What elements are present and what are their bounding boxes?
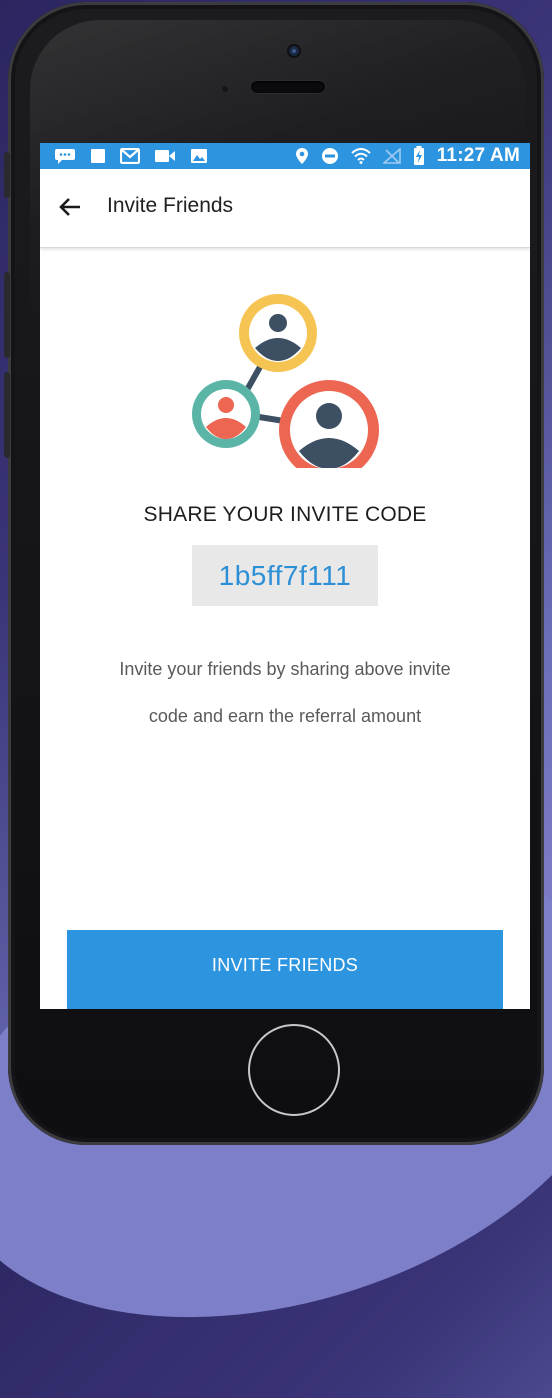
invite-friends-button[interactable]: INVITE FRIENDS xyxy=(67,930,503,1009)
status-time: 11:27 AM xyxy=(436,145,520,166)
app-screen: 11:27 AM Invite Friends SHARE YOUR INVIT… xyxy=(40,143,530,1009)
referral-network-illustration xyxy=(192,294,379,468)
back-button[interactable] xyxy=(56,193,84,221)
volume-down-button xyxy=(4,372,10,458)
invite-description-line-1: Invite your friends by sharing above inv… xyxy=(119,659,451,679)
invite-code-box[interactable]: 1b5ff7f111 xyxy=(192,545,378,606)
status-notifications xyxy=(54,143,208,169)
no-signal-icon xyxy=(382,148,401,164)
front-camera xyxy=(289,46,299,56)
invite-code[interactable]: 1b5ff7f111 xyxy=(219,560,352,592)
image-icon xyxy=(191,149,207,163)
status-system: 11:27 AM xyxy=(295,143,520,169)
invite-description-line-2: code and earn the referral amount xyxy=(148,706,422,726)
wifi-icon xyxy=(351,148,371,164)
volume-up-button xyxy=(4,272,10,358)
mute-switch xyxy=(4,152,10,198)
arrow-back-icon xyxy=(59,198,80,216)
battery-charging-icon xyxy=(413,146,424,165)
status-bar: 11:27 AM xyxy=(40,143,530,169)
location-icon xyxy=(295,148,308,164)
share-code-heading: SHARE YOUR INVITE CODE xyxy=(143,503,427,526)
page-title: Invite Friends xyxy=(107,194,234,217)
earpiece-speaker xyxy=(251,81,325,93)
avatar-red xyxy=(279,380,379,468)
gmail-icon xyxy=(120,148,140,164)
proximity-sensor xyxy=(222,86,228,92)
home-button[interactable] xyxy=(248,1024,340,1116)
avatar-yellow xyxy=(239,294,317,372)
do-not-disturb-icon xyxy=(321,148,338,164)
app-bar: Invite Friends xyxy=(40,169,530,248)
invite-description: Invite your friends by sharing above inv… xyxy=(70,646,500,740)
square-notification-icon xyxy=(91,149,105,163)
video-icon xyxy=(155,150,175,162)
chat-bubble-icon xyxy=(55,149,75,164)
avatar-teal xyxy=(192,380,260,448)
